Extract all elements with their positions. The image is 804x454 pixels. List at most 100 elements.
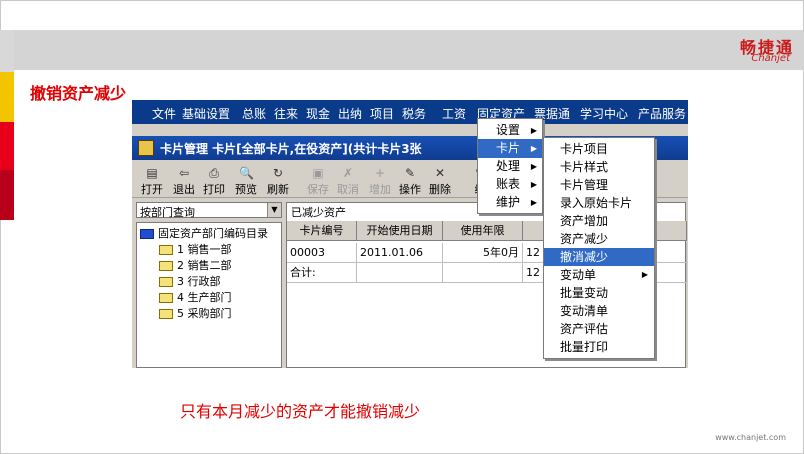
tree-item-label: 1 销售一部 bbox=[177, 243, 232, 256]
tree-item[interactable]: 1 销售一部 bbox=[159, 241, 232, 257]
slide-note: 只有本月减少的资产才能撤销减少 bbox=[180, 402, 421, 421]
tree-root[interactable]: 固定资产部门编码目录 bbox=[140, 225, 268, 241]
menu-item[interactable]: 文件 bbox=[152, 105, 176, 122]
folder-icon bbox=[140, 229, 154, 239]
menu-item-label: 录入原始卡片 bbox=[560, 196, 633, 210]
toolbar-button[interactable]: ⇦ 退出 bbox=[170, 164, 198, 198]
menubar: 文件 基础设置 总账 往来 现金 出纳 项目 税务 工资 固定资产 票据通 学习中心 产品服务 bbox=[132, 100, 688, 124]
cancel-icon: ✗ bbox=[342, 166, 354, 180]
header-band bbox=[0, 30, 804, 70]
submenu-item[interactable]: 资产评估 bbox=[544, 320, 654, 338]
submenu-item[interactable]: 变动清单 bbox=[544, 302, 654, 320]
toolbar-button-label: 退出 bbox=[173, 183, 195, 196]
menu-item[interactable]: 项目 bbox=[370, 105, 394, 122]
toolbar-button-label: 打开 bbox=[141, 183, 163, 196]
query-mode-select[interactable]: 按部门查询 ▼ bbox=[136, 202, 282, 219]
menu-item-label: 卡片样式 bbox=[560, 160, 609, 174]
menu-item-label: 维护 bbox=[496, 195, 521, 209]
menu-item-label: 批量打印 bbox=[560, 340, 609, 354]
menu-item-label: 资产增加 bbox=[560, 214, 609, 228]
tree-root-label: 固定资产部门编码目录 bbox=[158, 227, 268, 240]
exit-icon: ⇦ bbox=[178, 166, 190, 180]
menu-item[interactable]: 出纳 bbox=[338, 105, 362, 122]
tree-item[interactable]: 5 采购部门 bbox=[159, 305, 232, 321]
toolbar-button-label: 操作 bbox=[399, 183, 421, 196]
tree-item-label: 2 销售二部 bbox=[177, 259, 232, 272]
add-icon: + bbox=[374, 166, 386, 180]
menu-item-label: 资产减少 bbox=[560, 232, 609, 246]
submenu-item[interactable]: 批量变动 bbox=[544, 284, 654, 302]
toolbar-button[interactable]: ✗ 取消 bbox=[334, 164, 362, 198]
tree-item-label: 4 生产部门 bbox=[177, 291, 232, 304]
delete-icon: ✕ bbox=[434, 166, 446, 180]
toolbar-button[interactable]: 🔍 预览 bbox=[232, 164, 260, 198]
chevron-down-icon[interactable]: ▼ bbox=[267, 203, 281, 217]
menu-item-label: 撤消减少 bbox=[560, 250, 609, 264]
submenu-arrow-icon: ▶ bbox=[530, 162, 537, 171]
toolbar-button[interactable]: ⎙ 打印 bbox=[200, 164, 228, 198]
column-header: 开始使用日期 bbox=[357, 221, 443, 241]
folder-icon bbox=[159, 245, 173, 255]
menu-item[interactable]: 处理 ▶ bbox=[478, 157, 542, 176]
query-mode-value: 按部门查询 bbox=[140, 206, 195, 219]
menu-item[interactable]: 产品服务 bbox=[638, 105, 686, 122]
submenu-item[interactable]: 撤消减少 bbox=[544, 248, 654, 266]
toolbar-button-label: 取消 bbox=[337, 183, 359, 196]
department-tree: 固定资产部门编码目录 1 销售一部 2 销售二部 3 行政部 4 生产部门 5 采购部门 bbox=[136, 222, 282, 368]
tree-item-label: 3 行政部 bbox=[177, 275, 221, 288]
submenu-item[interactable]: 卡片管理 bbox=[544, 176, 654, 194]
menu-item[interactable]: 学习中心 bbox=[580, 105, 628, 122]
tree-item[interactable]: 4 生产部门 bbox=[159, 289, 232, 305]
tree-item[interactable]: 3 行政部 bbox=[159, 273, 221, 289]
table-cell bbox=[357, 263, 443, 283]
menu-item[interactable]: 税务 bbox=[402, 105, 426, 122]
table-cell: 5年0月 bbox=[443, 243, 523, 263]
tree-item[interactable]: 2 销售二部 bbox=[159, 257, 232, 273]
accent-stripes bbox=[0, 30, 14, 220]
toolbar-button[interactable]: ▣ 保存 bbox=[304, 164, 332, 198]
folder-icon bbox=[159, 309, 173, 319]
menu-item[interactable]: 卡片 ▶ bbox=[478, 139, 542, 158]
submenu-item[interactable]: 资产减少 bbox=[544, 230, 654, 248]
toolbar-button-label: 删除 bbox=[429, 183, 451, 196]
menu-item-label: 处理 bbox=[496, 159, 521, 173]
menu-item-label: 卡片项目 bbox=[560, 142, 609, 156]
submenu-arrow-icon: ▶ bbox=[530, 144, 537, 153]
menu-item[interactable]: 设置 ▶ bbox=[478, 121, 542, 140]
menu-item[interactable]: 基础设置 bbox=[182, 105, 230, 122]
submenu-item[interactable]: 变动单 ▶ bbox=[544, 266, 654, 284]
window-title: 卡片管理 卡片[全部卡片,在役资产](共计卡片3张 bbox=[160, 142, 422, 156]
menu-item-label: 卡片 bbox=[496, 141, 521, 155]
toolbar-button-label: 保存 bbox=[307, 183, 329, 196]
menu-item[interactable]: 现金 bbox=[306, 105, 330, 122]
operate-icon: ✎ bbox=[404, 166, 416, 180]
table-cell: 00003 bbox=[287, 243, 357, 263]
department-panel: 按部门查询 ▼ 固定资产部门编码目录 1 销售一部 2 销售二部 3 行政部 4 生产… bbox=[136, 202, 282, 368]
submenu-item[interactable]: 卡片样式 bbox=[544, 158, 654, 176]
brand-logo: 畅捷通 Chanjet bbox=[700, 32, 796, 66]
menu-item-label: 批量变动 bbox=[560, 286, 609, 300]
menu-item[interactable]: 维护 ▶ bbox=[478, 193, 542, 212]
toolbar-button-label: 增加 bbox=[369, 183, 391, 196]
toolbar-button[interactable]: ↻ 刷新 bbox=[264, 164, 292, 198]
toolbar-button[interactable]: ✕ 删除 bbox=[426, 164, 454, 198]
menu-item[interactable]: 往来 bbox=[274, 105, 298, 122]
toolbar-button[interactable]: + 增加 bbox=[366, 164, 394, 198]
submenu-item[interactable]: 资产增加 bbox=[544, 212, 654, 230]
column-header: 使用年限 bbox=[443, 221, 523, 241]
menu-item[interactable]: 账表 ▶ bbox=[478, 175, 542, 194]
submenu-arrow-icon: ▶ bbox=[530, 198, 537, 207]
table-cell: 2011.01.06 bbox=[357, 243, 443, 263]
toolbar-button[interactable]: ▤ 打开 bbox=[138, 164, 166, 198]
submenu-item[interactable]: 录入原始卡片 bbox=[544, 194, 654, 212]
fixed-assets-menu: 设置 ▶ 卡片 ▶ 处理 ▶ 账表 ▶ 维护 ▶ bbox=[477, 118, 543, 214]
tree-item-label: 5 采购部门 bbox=[177, 307, 232, 320]
submenu-item[interactable]: 卡片项目 bbox=[544, 140, 654, 158]
toolbar-button-label: 打印 bbox=[203, 183, 225, 196]
submenu-item[interactable]: 批量打印 bbox=[544, 338, 654, 356]
menu-item[interactable]: 总账 bbox=[242, 105, 266, 122]
brand-name-en: Chanjet bbox=[751, 53, 790, 64]
toolbar-button[interactable]: ✎ 操作 bbox=[396, 164, 424, 198]
menu-item-label: 账表 bbox=[496, 177, 521, 191]
menu-item[interactable]: 工资 bbox=[442, 105, 466, 122]
